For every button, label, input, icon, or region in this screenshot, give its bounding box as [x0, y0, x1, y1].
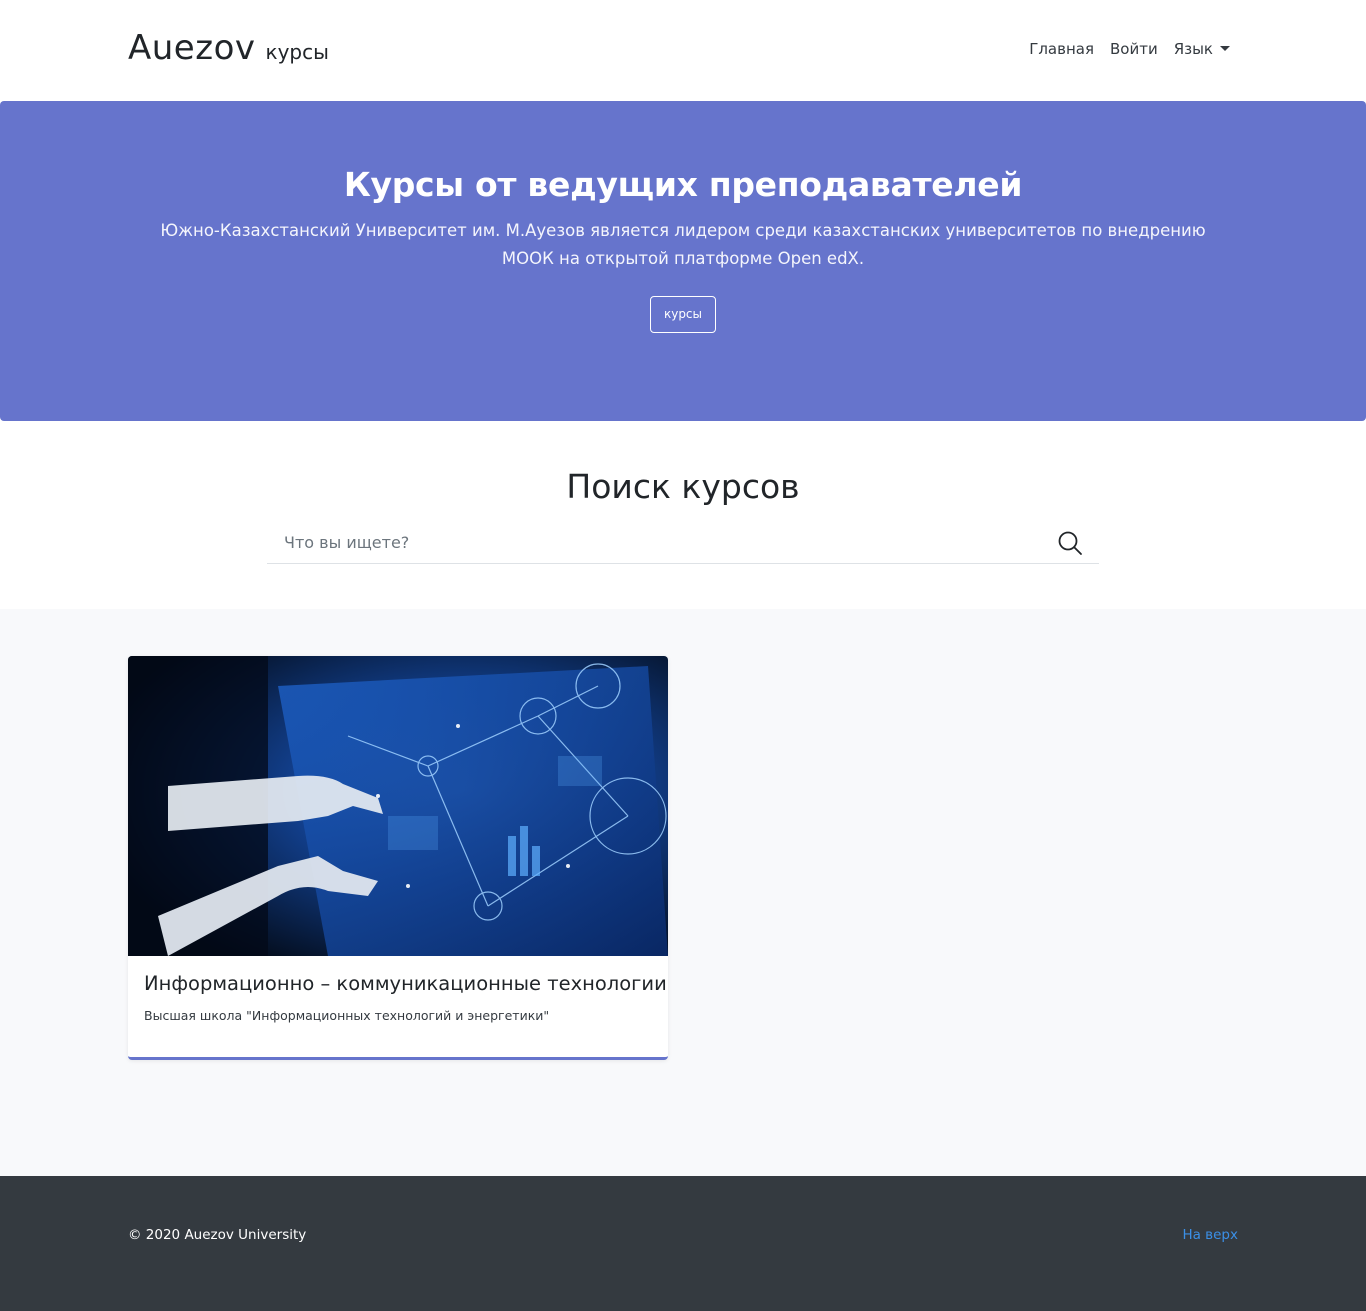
search-section: Поиск курсов	[0, 421, 1366, 609]
brand-main: Auezov	[128, 28, 256, 68]
brand-logo[interactable]: Auezov курсы	[128, 28, 329, 68]
language-label: Язык	[1173, 40, 1213, 58]
nav-login-link[interactable]: Войти	[1110, 40, 1158, 58]
courses-section: Информационно – коммуникационные техноло…	[0, 609, 1366, 1176]
hero-title: Курсы от ведущих преподавателей	[343, 165, 1023, 204]
nav-menu: Главная Войти Язык	[1013, 40, 1230, 58]
navbar: Auezov курсы Главная Войти Язык	[0, 0, 1366, 101]
search-title: Поиск курсов	[566, 467, 800, 506]
footer: © 2020 Auezov University На верх	[0, 1176, 1366, 1311]
copyright-text: © 2020 Auezov University	[128, 1227, 307, 1243]
search-icon[interactable]	[1057, 530, 1083, 556]
search-input[interactable]	[267, 521, 1047, 563]
caret-down-icon	[1220, 45, 1230, 51]
course-image	[128, 656, 668, 956]
language-dropdown[interactable]: Язык	[1174, 40, 1230, 58]
course-school: Высшая школа "Информационных технологий …	[144, 1008, 550, 1023]
back-to-top-link[interactable]: На верх	[1182, 1227, 1238, 1243]
courses-button[interactable]: курсы	[650, 296, 716, 333]
search-bar	[267, 521, 1099, 564]
course-title[interactable]: Информационно – коммуникационные техноло…	[144, 972, 667, 995]
course-card[interactable]: Информационно – коммуникационные техноло…	[128, 656, 668, 1060]
hero-banner: Курсы от ведущих преподавателей Южно-Каз…	[0, 101, 1366, 421]
brand-sub: курсы	[265, 40, 329, 64]
hero-description: Южно-Казахстанский Университет им. М.Ауе…	[160, 221, 1206, 268]
nav-home-link[interactable]: Главная	[1029, 40, 1094, 58]
